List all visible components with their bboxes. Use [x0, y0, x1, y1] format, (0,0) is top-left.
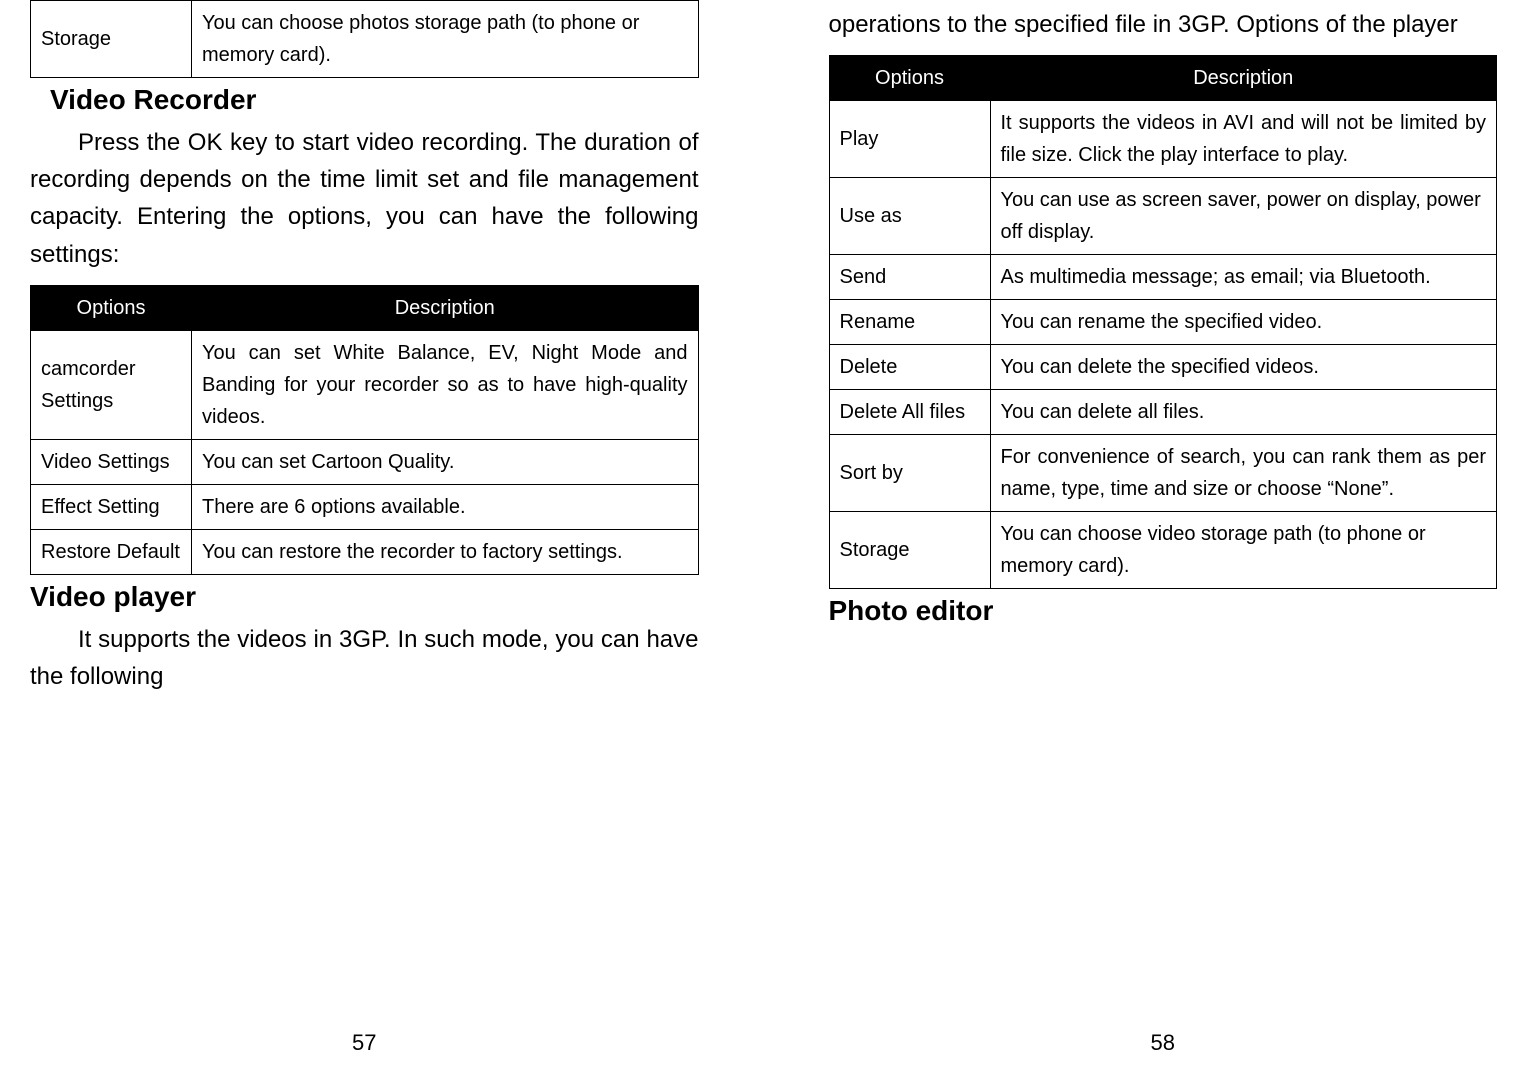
option-cell: Play [829, 101, 990, 178]
table-row: camcorder Settings You can set White Bal… [31, 330, 699, 439]
option-cell: Delete [829, 345, 990, 390]
option-cell: camcorder Settings [31, 330, 192, 439]
option-cell: Send [829, 255, 990, 300]
table-row: Delete All files You can delete all file… [829, 390, 1497, 435]
option-cell: Effect Setting [31, 484, 192, 529]
section-heading-video-recorder: Video Recorder [50, 84, 699, 116]
description-cell: You can restore the recorder to factory … [192, 529, 699, 574]
table-row: Storage You can choose photos storage pa… [31, 1, 699, 78]
table-row: Storage You can choose video storage pat… [829, 512, 1497, 589]
option-cell: Storage [31, 1, 192, 78]
paragraph-video-recorder: Press the OK key to start video recordin… [30, 124, 699, 273]
description-cell: You can set White Balance, EV, Night Mod… [192, 330, 699, 439]
description-cell: You can choose video storage path (to ph… [990, 512, 1497, 589]
description-cell: You can rename the specified video. [990, 300, 1497, 345]
page-number: 57 [30, 1024, 699, 1058]
description-cell: You can delete the specified videos. [990, 345, 1497, 390]
page-right: operations to the specified file in 3GP.… [764, 0, 1527, 1068]
table-row: Send As multimedia message; as email; vi… [829, 255, 1497, 300]
section-heading-video-player: Video player [30, 581, 699, 613]
page-spread: Storage You can choose photos storage pa… [0, 0, 1527, 1068]
table-row: Effect Setting There are 6 options avail… [31, 484, 699, 529]
option-cell: Sort by [829, 435, 990, 512]
option-cell: Storage [829, 512, 990, 589]
option-cell: Restore Default [31, 529, 192, 574]
storage-table: Storage You can choose photos storage pa… [30, 0, 699, 78]
table-header-row: Options Description [829, 56, 1497, 101]
description-cell: You can delete all files. [990, 390, 1497, 435]
option-cell: Delete All files [829, 390, 990, 435]
option-cell: Use as [829, 178, 990, 255]
section-heading-photo-editor: Photo editor [829, 595, 1498, 627]
option-cell: Video Settings [31, 439, 192, 484]
description-cell: It supports the videos in AVI and will n… [990, 101, 1497, 178]
description-cell: You can set Cartoon Quality. [192, 439, 699, 484]
paragraph-video-player: It supports the videos in 3GP. In such m… [30, 621, 699, 695]
right-content: operations to the specified file in 3GP.… [829, 0, 1498, 1024]
table-row: Use as You can use as screen saver, powe… [829, 178, 1497, 255]
table-row: Play It supports the videos in AVI and w… [829, 101, 1497, 178]
col-header-options: Options [31, 285, 192, 330]
description-cell: You can use as screen saver, power on di… [990, 178, 1497, 255]
description-cell: There are 6 options available. [192, 484, 699, 529]
table-row: Sort by For convenience of search, you c… [829, 435, 1497, 512]
col-header-options: Options [829, 56, 990, 101]
recorder-options-table: Options Description camcorder Settings Y… [30, 285, 699, 575]
description-cell: For convenience of search, you can rank … [990, 435, 1497, 512]
description-cell: You can choose photos storage path (to p… [192, 1, 699, 78]
description-cell: As multimedia message; as email; via Blu… [990, 255, 1497, 300]
table-header-row: Options Description [31, 285, 699, 330]
table-row: Restore Default You can restore the reco… [31, 529, 699, 574]
table-row: Delete You can delete the specified vide… [829, 345, 1497, 390]
col-header-description: Description [990, 56, 1497, 101]
player-options-table: Options Description Play It supports the… [829, 55, 1498, 589]
page-left: Storage You can choose photos storage pa… [0, 0, 764, 1068]
paragraph-continuation: operations to the specified file in 3GP.… [829, 6, 1498, 43]
col-header-description: Description [192, 285, 699, 330]
left-content: Storage You can choose photos storage pa… [30, 0, 699, 1024]
table-row: Video Settings You can set Cartoon Quali… [31, 439, 699, 484]
table-row: Rename You can rename the specified vide… [829, 300, 1497, 345]
page-number: 58 [829, 1024, 1498, 1058]
option-cell: Rename [829, 300, 990, 345]
